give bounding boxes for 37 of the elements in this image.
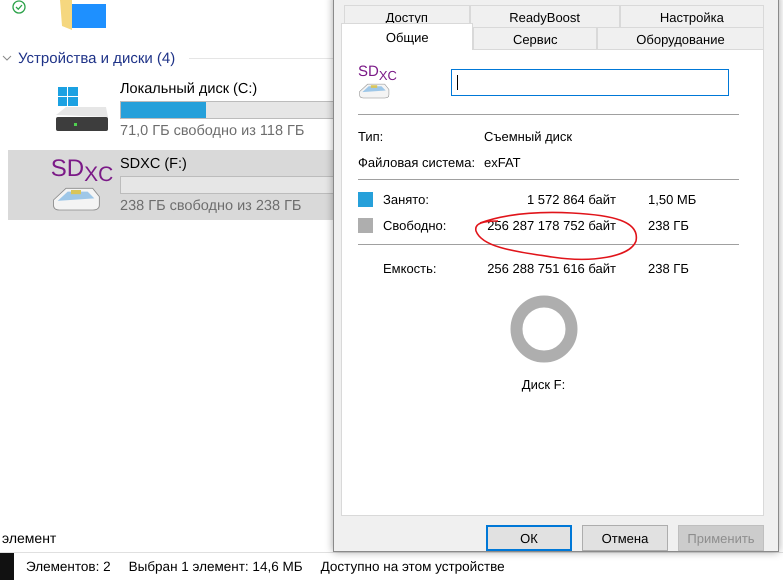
drive-caption: Диск F: [522, 377, 566, 392]
status-text: Доступно на этом устройстве [320, 559, 505, 574]
property-value: exFAT [484, 154, 522, 170]
usage-label: Занято: [383, 192, 430, 206]
dialog-button[interactable]: ОК [486, 525, 572, 551]
free-space-text: 238 ГБ свободно из 238 ГБ [120, 198, 302, 214]
property-label: Файловая система: [358, 154, 476, 170]
disk-usage-ring [510, 295, 578, 363]
drive-item[interactable]: Локальный диск (C:) 71,0 ГБ свободно из 118 ГБ [8, 75, 333, 145]
dialog-button[interactable]: Отмена [582, 525, 668, 551]
status-text: Выбран 1 элемент: 14,6 МБ [128, 559, 303, 574]
property-value: Съемный диск [484, 128, 574, 144]
bytes-value: 256 288 751 616 байт [486, 260, 616, 276]
name-field[interactable] [450, 68, 729, 96]
folder-icon [58, 0, 108, 30]
tab[interactable]: Настройка [620, 5, 764, 28]
tab[interactable]: Общие [341, 23, 474, 50]
size-value: 238 ГБ [648, 260, 690, 276]
chevron-down-icon[interactable] [2, 54, 12, 62]
section-title: Устройства и диски (4) [18, 50, 176, 66]
tab[interactable]: ReadyBoost [470, 5, 620, 28]
tab[interactable]: Оборудование [596, 27, 764, 50]
text-cursor [456, 74, 458, 90]
item-label: элемент [1, 530, 58, 548]
usage-label: Свободно: [383, 218, 448, 232]
tab[interactable]: Сервис [473, 27, 597, 50]
bytes-value: 1 572 864 байт [526, 192, 616, 206]
size-value: 1,50 МБ [648, 192, 698, 206]
drive-name: Локальный диск (C:) [120, 81, 258, 97]
free-space-text: 71,0 ГБ свободно из 118 ГБ [120, 123, 306, 139]
capacity-label: Емкость: [383, 260, 438, 276]
status-text: Элементов: 2 [26, 559, 111, 574]
property-label: Тип: [358, 128, 384, 144]
size-value: 238 ГБ [648, 218, 690, 232]
drive-name: SDXC (F:) [120, 156, 188, 172]
window-edge [0, 553, 14, 580]
check-circle-icon [12, 0, 26, 14]
